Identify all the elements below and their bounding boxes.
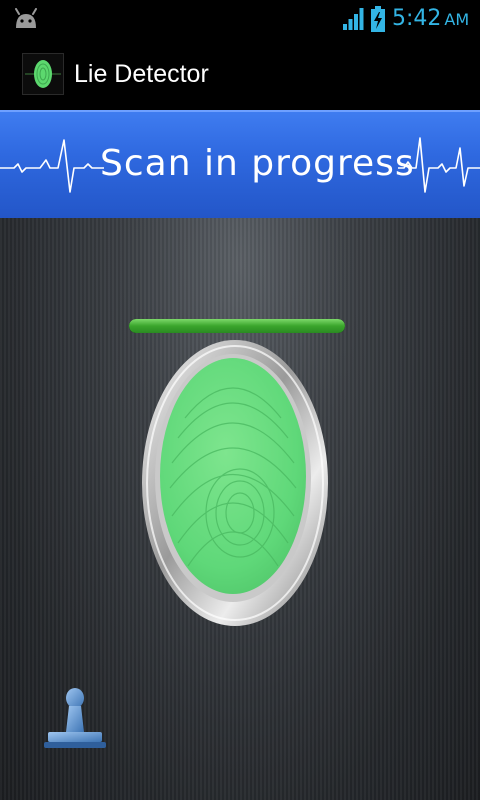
signal-icon <box>343 8 364 30</box>
android-icon <box>15 8 37 28</box>
app-icon[interactable] <box>22 53 64 95</box>
battery-charging-icon <box>371 6 385 32</box>
app-title: Lie Detector <box>74 60 209 88</box>
heartbeat-wave-icon <box>0 139 104 193</box>
clock: 5:42 AM <box>392 5 469 33</box>
scan-progress-bar <box>129 319 345 333</box>
action-bar: Lie Detector <box>0 38 480 110</box>
status-banner: Scan in progress <box>0 110 480 218</box>
scan-status-text: Scan in progress <box>100 143 415 184</box>
clock-time: 5:42 <box>392 6 442 31</box>
scan-progress-fill <box>129 319 345 333</box>
fingerprint-app-icon <box>25 60 61 88</box>
clock-ampm: AM <box>444 10 470 29</box>
heartbeat-wave-icon <box>398 137 480 193</box>
fingerprint-scanner-icon[interactable] <box>140 338 330 628</box>
stamp-icon[interactable] <box>40 686 110 756</box>
status-bar: 5:42 AM <box>0 0 480 38</box>
scanner-area <box>0 218 480 800</box>
